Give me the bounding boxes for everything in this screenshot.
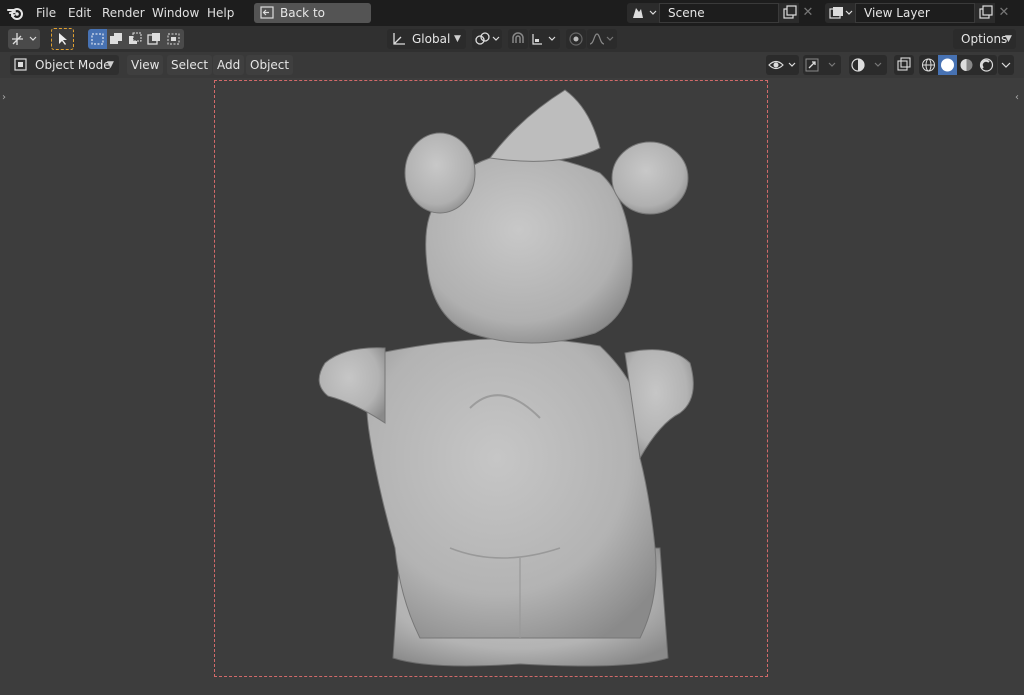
scene-new-button[interactable]: [779, 3, 799, 23]
xray-toggle[interactable]: [894, 55, 914, 75]
proportional-falloff-dropdown[interactable]: [587, 29, 617, 49]
shading-material-button[interactable]: [957, 55, 976, 75]
wireframe-sphere-icon: [922, 58, 935, 72]
overlays-dropdown[interactable]: [849, 55, 887, 75]
gizmo-icon: [805, 58, 836, 72]
select-intersect-icon: [167, 33, 180, 45]
snap-toggle[interactable]: [508, 29, 528, 49]
rendered-sphere-icon: [979, 58, 994, 72]
view-layer-browse-button[interactable]: [825, 3, 855, 23]
view-layer-selector: View Layer ✕: [825, 3, 1017, 23]
proportional-editing-toggle[interactable]: [566, 29, 586, 49]
transform-orientation-label: Global: [412, 32, 451, 46]
menu-object[interactable]: Object: [246, 55, 294, 75]
duplicate-icon: [783, 5, 797, 19]
interaction-mode-dropdown[interactable]: Object Mode ▼: [10, 55, 119, 75]
cursor-arrow-icon: [59, 33, 67, 45]
menu-view[interactable]: View: [127, 55, 164, 75]
material-sphere-icon: [960, 59, 973, 71]
shading-mode-group: [919, 55, 997, 75]
select-extend-button[interactable]: [107, 29, 126, 49]
orientation-axis-icon: [393, 33, 405, 45]
proportional-editing-icon: [569, 32, 583, 46]
menu-edit[interactable]: Edit: [66, 4, 93, 22]
menu-help[interactable]: Help: [205, 4, 236, 22]
scene-selector: Scene ✕: [627, 3, 819, 23]
menu-select[interactable]: Select: [167, 55, 213, 75]
blender-logo-icon[interactable]: [6, 4, 26, 22]
back-icon: [260, 6, 274, 19]
select-tool-button[interactable]: [51, 28, 74, 50]
transform-pivot-dropdown[interactable]: [8, 29, 40, 49]
object-mode-icon: [14, 58, 27, 71]
select-difference-button[interactable]: [145, 29, 164, 49]
falloff-curve-icon: [589, 33, 614, 45]
view-layer-icon: [829, 7, 853, 19]
view-layer-new-button[interactable]: [975, 3, 995, 23]
axis-gizmo-icon: [12, 33, 37, 45]
chevron-down-icon: ▼: [107, 60, 114, 70]
select-difference-icon: [147, 33, 160, 45]
interaction-mode-label: Object Mode: [35, 58, 111, 72]
select-new-button[interactable]: [88, 29, 107, 49]
view-layer-name-field[interactable]: View Layer: [855, 3, 975, 23]
menu-file[interactable]: File: [34, 4, 58, 22]
chevron-down-icon: ▼: [1005, 34, 1012, 44]
xray-icon: [897, 57, 911, 71]
selection-mode-group: [88, 29, 184, 49]
shading-solid-button[interactable]: [938, 55, 957, 75]
duplicate-icon: [979, 5, 993, 19]
select-extend-icon: [110, 33, 122, 44]
scene-name-field[interactable]: Scene: [659, 3, 779, 23]
magnet-icon: [512, 32, 524, 43]
menu-render[interactable]: Render: [100, 4, 147, 22]
options-dropdown[interactable]: Options ▼: [953, 29, 1016, 49]
select-intersect-button[interactable]: [164, 29, 184, 49]
scene-remove-close-icon[interactable]: ✕: [799, 3, 817, 23]
shading-wireframe-button[interactable]: [919, 55, 938, 75]
top-bar: File Edit Render Window Help Back to Pre…: [0, 0, 1024, 40]
snap-increment-icon: [532, 34, 556, 45]
tool-settings-bar: Global ▼ Options ▼: [0, 26, 1024, 52]
transform-orientation-dropdown[interactable]: Global ▼: [387, 29, 466, 49]
solid-sphere-icon: [941, 58, 954, 72]
pivot-point-dropdown[interactable]: [472, 29, 502, 49]
menu-add[interactable]: Add: [213, 55, 245, 75]
select-new-icon: [91, 33, 104, 45]
shading-rendered-button[interactable]: [976, 55, 997, 75]
scene-icon: [633, 8, 657, 18]
select-subtract-icon: [129, 32, 142, 44]
chevron-down-icon: [1001, 62, 1011, 68]
eye-icon: [768, 60, 796, 70]
viewport-header: Object Mode ▼ View Select Add Object: [0, 52, 1024, 78]
back-to-previous-button[interactable]: Back to Previous: [254, 3, 371, 40]
gizmo-dropdown[interactable]: [803, 55, 841, 75]
scene-browse-button[interactable]: [627, 3, 659, 23]
select-subtract-button[interactable]: [126, 29, 145, 49]
shading-options-dropdown[interactable]: [998, 55, 1014, 75]
3d-viewport[interactable]: › ‹: [0, 78, 1024, 695]
chevron-down-icon: ▼: [454, 34, 461, 44]
object-visibility-dropdown[interactable]: [766, 55, 799, 75]
snap-target-dropdown[interactable]: [529, 29, 560, 49]
view-layer-remove-close-icon[interactable]: ✕: [995, 3, 1013, 23]
camera-frame-border: [214, 80, 768, 677]
menu-window[interactable]: Window: [150, 4, 201, 22]
pivot-link-icon: [475, 32, 500, 45]
options-label: Options: [961, 32, 1008, 46]
overlays-icon: [851, 58, 882, 72]
